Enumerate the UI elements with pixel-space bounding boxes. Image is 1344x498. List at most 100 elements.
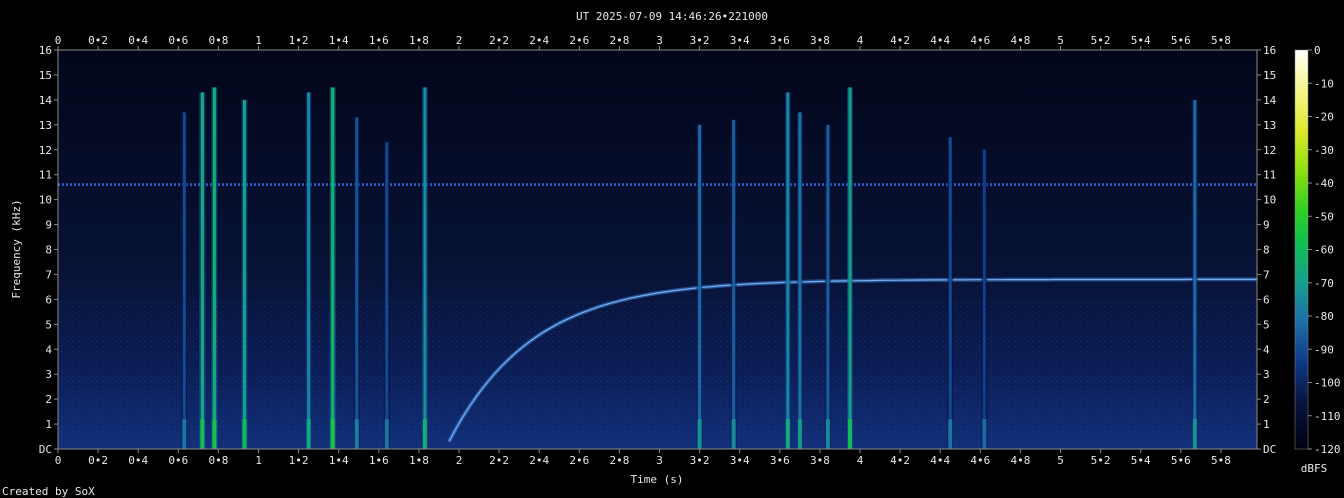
colorbar-tick-label: -120	[1314, 443, 1341, 456]
click-base	[731, 419, 736, 449]
click-line	[786, 92, 790, 449]
y-tick-label-left: 3	[45, 368, 52, 381]
x-tick-label-top: 2•2	[489, 34, 509, 47]
y-tick-label-right: 1	[1263, 418, 1270, 431]
x-tick-label-bottom: 5•6	[1171, 454, 1191, 467]
y-tick-label-right: 6	[1263, 293, 1270, 306]
x-tick-label-top: 4•6	[970, 34, 990, 47]
x-tick-label-bottom: 5•2	[1091, 454, 1111, 467]
x-tick-label-bottom: 0	[55, 454, 62, 467]
y-tick-label-right: 16	[1263, 44, 1276, 57]
colorbar-tick-label: -90	[1314, 343, 1334, 356]
click-line	[848, 87, 852, 449]
x-tick-label-top: 3•2	[690, 34, 710, 47]
x-tick-label-bottom: 3	[656, 454, 663, 467]
click-line	[1193, 99, 1197, 449]
colorbar-tick-label: -80	[1314, 310, 1334, 323]
y-tick-label-right: 11	[1263, 169, 1276, 182]
click-line	[242, 99, 246, 449]
x-tick-label-top: 0•2	[88, 34, 108, 47]
x-tick-label-top: 4	[857, 34, 864, 47]
x-tick-label-bottom: 1•4	[329, 454, 349, 467]
click-line	[182, 112, 186, 449]
x-tick-label-bottom: 0•8	[208, 454, 228, 467]
y-tick-label-left: 11	[39, 169, 52, 182]
x-axis-label: Time (s)	[631, 473, 684, 486]
y-tick-label-left: DC	[39, 443, 52, 456]
x-tick-label-bottom: 4•4	[930, 454, 950, 467]
click-base	[982, 419, 987, 449]
y-axis-label: Frequency (kHz)	[10, 199, 23, 298]
click-base	[948, 419, 953, 449]
x-tick-label-top: 2	[456, 34, 463, 47]
x-tick-label-top: 0•4	[128, 34, 148, 47]
x-tick-label-top: 1•4	[329, 34, 349, 47]
click-line	[212, 87, 216, 449]
x-tick-label-top: 1•6	[369, 34, 389, 47]
x-tick-label-bottom: 3•6	[770, 454, 790, 467]
y-tick-label-right: 14	[1263, 94, 1277, 107]
y-tick-label-right: 12	[1263, 144, 1276, 157]
x-tick-label-bottom: 2•2	[489, 454, 509, 467]
colorbar-tick-label: -60	[1314, 244, 1334, 257]
click-line	[948, 137, 952, 449]
noise-texture	[58, 300, 1257, 449]
x-tick-label-top: 0•6	[168, 34, 188, 47]
x-tick-label-top: 4•4	[930, 34, 950, 47]
x-tick-label-bottom: 4•8	[1010, 454, 1030, 467]
x-tick-label-top: 2•6	[569, 34, 589, 47]
x-tick-label-bottom: 2•6	[569, 454, 589, 467]
y-tick-label-left: 1	[45, 418, 52, 431]
x-tick-label-top: 3•8	[810, 34, 830, 47]
click-base	[306, 419, 311, 449]
click-base	[212, 419, 217, 449]
click-base	[330, 419, 335, 449]
click-base	[242, 419, 247, 449]
credit-text: Created by SoX	[2, 485, 95, 498]
x-tick-label-top: 5•8	[1211, 34, 1231, 47]
colorbar-tick-label: -70	[1314, 277, 1334, 290]
y-tick-label-right: DC	[1263, 443, 1276, 456]
x-tick-label-bottom: 2•4	[529, 454, 549, 467]
y-tick-label-left: 15	[39, 69, 52, 82]
colorbar-tick-label: 0	[1314, 44, 1321, 57]
y-tick-label-left: 8	[45, 244, 52, 257]
click-base	[847, 419, 852, 449]
x-tick-label-bottom: 4•2	[890, 454, 910, 467]
x-tick-label-top: 1•8	[409, 34, 429, 47]
click-base	[697, 419, 702, 449]
colorbar-tick-label: -30	[1314, 144, 1334, 157]
click-line	[331, 87, 335, 449]
x-tick-label-bottom: 0•6	[168, 454, 188, 467]
click-line	[698, 124, 702, 449]
x-tick-label-top: 0	[55, 34, 62, 47]
x-tick-label-bottom: 5•4	[1131, 454, 1151, 467]
y-tick-label-right: 7	[1263, 268, 1270, 281]
colorbar	[1294, 49, 1309, 450]
x-tick-label-bottom: 3•8	[810, 454, 830, 467]
x-tick-label-bottom: 5	[1057, 454, 1064, 467]
y-tick-label-right: 10	[1263, 194, 1276, 207]
y-tick-label-right: 3	[1263, 368, 1270, 381]
x-tick-label-top: 1•2	[289, 34, 309, 47]
click-base	[785, 419, 790, 449]
y-tick-label-left: 12	[39, 144, 52, 157]
x-tick-label-top: 1	[255, 34, 262, 47]
x-tick-label-top: 3•4	[730, 34, 750, 47]
y-tick-label-left: 6	[45, 293, 52, 306]
chart-title: UT 2025-07-09 14:46:26•221000	[576, 10, 768, 23]
x-tick-label-bottom: 5•8	[1211, 454, 1231, 467]
y-tick-label-left: 9	[45, 219, 52, 232]
click-base	[200, 419, 205, 449]
y-tick-label-left: 7	[45, 268, 52, 281]
x-tick-label-bottom: 1•6	[369, 454, 389, 467]
x-tick-label-top: 4•2	[890, 34, 910, 47]
y-tick-label-left: 10	[39, 194, 52, 207]
y-tick-label-left: 5	[45, 318, 52, 331]
y-tick-label-left: 14	[39, 94, 53, 107]
x-tick-label-top: 5•6	[1171, 34, 1191, 47]
x-tick-label-top: 3•6	[770, 34, 790, 47]
colorbar-tick-label: -50	[1314, 210, 1334, 223]
y-tick-label-left: 13	[39, 119, 52, 132]
colorbar-tick-label: -40	[1314, 177, 1334, 190]
